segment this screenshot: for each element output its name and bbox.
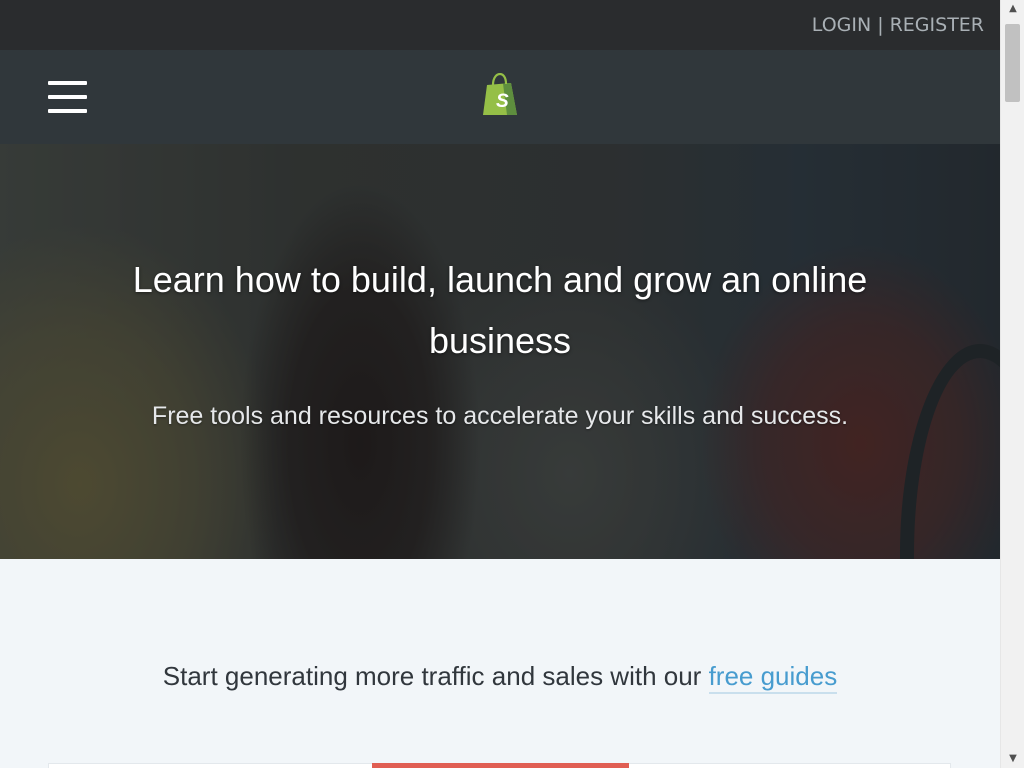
hamburger-menu-icon[interactable] — [48, 81, 87, 113]
hero-background-shape — [900, 344, 1000, 559]
vertical-scrollbar[interactable]: ▲ ▼ — [1000, 0, 1024, 768]
scrollbar-thumb[interactable] — [1005, 24, 1020, 102]
featured-card-accent — [372, 763, 629, 768]
register-link[interactable]: REGISTER — [890, 14, 984, 36]
guides-cards-top — [48, 763, 951, 768]
hamburger-line — [48, 81, 87, 85]
login-register-separator: | — [877, 14, 884, 36]
scroll-down-arrow-icon[interactable]: ▼ — [1001, 750, 1024, 768]
free-guides-section: Start generating more traffic and sales … — [0, 559, 1000, 768]
hero-title: Learn how to build, launch and grow an o… — [132, 259, 868, 361]
top-utility-bar: LOGIN | REGISTER — [0, 0, 1000, 50]
hero-subtitle: Free tools and resources to accelerate y… — [151, 402, 849, 430]
login-link[interactable]: LOGIN — [812, 14, 871, 36]
free-guides-link[interactable]: free guides — [708, 661, 838, 694]
guides-heading: Start generating more traffic and sales … — [0, 661, 1000, 694]
page: LOGIN | REGISTER S Learn how to build, l… — [0, 0, 1000, 768]
hamburger-line — [48, 109, 87, 113]
guides-heading-text: Start generating more traffic and sales … — [162, 661, 709, 691]
main-navbar: S — [0, 50, 1000, 144]
scroll-up-arrow-icon[interactable]: ▲ — [1001, 0, 1024, 18]
hero-banner: Learn how to build, launch and grow an o… — [0, 144, 1000, 559]
shopify-logo-icon[interactable]: S — [481, 73, 519, 117]
hamburger-line — [48, 95, 87, 99]
logo-letter: S — [496, 91, 509, 112]
